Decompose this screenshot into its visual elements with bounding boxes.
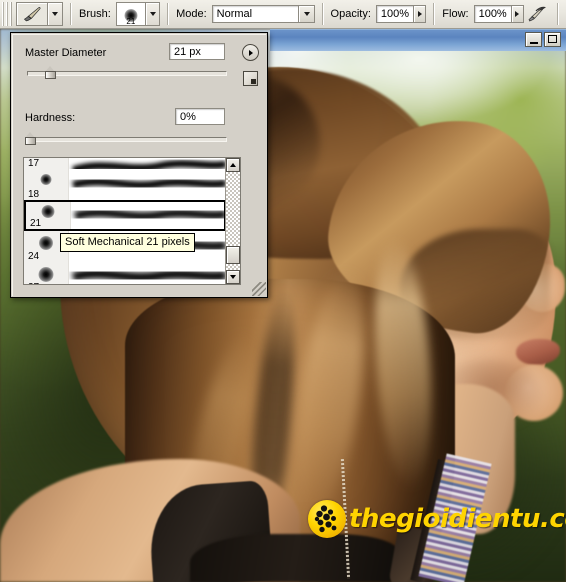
document-window-titlebar[interactable] xyxy=(270,29,566,51)
flow-input[interactable]: 100% xyxy=(473,5,511,23)
tool-preset-picker[interactable] xyxy=(16,2,63,26)
brush-list-scrollbar[interactable] xyxy=(225,158,240,284)
scroll-up-icon xyxy=(230,163,236,167)
brush-thumb: 17 xyxy=(24,158,69,169)
brush-preview-size: 21 xyxy=(126,17,136,26)
chevron-right-icon xyxy=(417,11,422,17)
scroll-up-button[interactable] xyxy=(226,158,240,172)
tool-preset-dropdown-button[interactable] xyxy=(47,2,63,26)
brush-list-item[interactable]: 18 xyxy=(24,169,226,200)
brush-stroke-svg xyxy=(71,269,226,282)
slider-thumb-body xyxy=(45,71,56,79)
options-separator-3 xyxy=(321,3,324,25)
maximize-button[interactable] xyxy=(544,32,561,47)
panel-menu-arrow-icon xyxy=(248,49,253,56)
brush-preview[interactable]: 21 xyxy=(115,2,145,26)
master-diameter-slider-track[interactable] xyxy=(27,71,227,76)
brush-thumb: 18 xyxy=(24,169,69,200)
brush-stroke-svg xyxy=(73,208,224,221)
paintbrush-icon xyxy=(23,7,41,22)
brush-preset-list-frame: 17 18 21 24 xyxy=(23,157,241,285)
airbrush-toggle-button[interactable] xyxy=(524,3,550,25)
brush-label: Brush: xyxy=(79,8,111,20)
brush-thumb-dot xyxy=(38,267,54,282)
brush-stroke-svg xyxy=(71,178,226,189)
watermark-text: thegioidientu.com xyxy=(349,504,566,534)
opacity-label: Opacity: xyxy=(330,8,371,20)
brush-list-item[interactable]: 27 xyxy=(24,262,226,284)
master-diameter-slider-thumb[interactable] xyxy=(45,66,56,79)
brush-panel-menu-button[interactable] xyxy=(242,44,259,61)
running-figure-logo-icon xyxy=(308,500,346,538)
brush-stroke-preview xyxy=(71,202,224,229)
chevron-down-icon xyxy=(303,12,310,16)
chevron-down-icon xyxy=(149,12,156,16)
brush-size-label: 24 xyxy=(28,251,40,262)
options-separator-4 xyxy=(433,3,436,25)
master-diameter-label: Master Diameter xyxy=(25,47,107,59)
subject-lips xyxy=(516,339,560,365)
new-brush-preset-button[interactable] xyxy=(243,71,258,86)
brush-tooltip: Soft Mechanical 21 pixels xyxy=(60,233,195,252)
maximize-icon xyxy=(548,35,557,43)
opacity-input[interactable]: 100% xyxy=(375,5,414,23)
flow-label: Flow: xyxy=(442,8,469,20)
brush-thumb-dot xyxy=(39,236,53,250)
brush-size-label: 17 xyxy=(28,158,40,169)
watermark: thegioidientu.com xyxy=(308,500,566,538)
blend-mode-field[interactable]: Normal xyxy=(211,5,299,23)
scrollbar-thumb[interactable] xyxy=(226,246,240,264)
opacity-slider-button[interactable] xyxy=(413,5,427,23)
brush-size-label: 27 xyxy=(28,282,39,284)
slider-thumb-body xyxy=(25,137,36,145)
options-separator-2 xyxy=(167,3,170,25)
hardness-slider-thumb[interactable] xyxy=(25,132,36,145)
brush-preset-list[interactable]: 17 18 21 24 xyxy=(24,158,226,284)
options-bar: Brush: 21 Mode: Normal Opacity: 100% Flo… xyxy=(0,0,566,29)
brush-thumb-dot xyxy=(40,174,52,185)
subject-top-body xyxy=(190,534,400,582)
scroll-down-button[interactable] xyxy=(226,270,240,284)
brush-stroke-preview xyxy=(69,158,226,169)
running-figure-glyph xyxy=(314,505,337,533)
blend-mode-dropdown-button[interactable] xyxy=(298,5,315,23)
options-separator-1 xyxy=(70,3,72,25)
photoshop-screenshot: Brush: 21 Mode: Normal Opacity: 100% Flo… xyxy=(0,0,566,582)
brush-thumb: 27 xyxy=(24,262,69,284)
brush-stroke-preview xyxy=(69,169,226,200)
chevron-down-icon xyxy=(52,12,58,16)
options-separator-5 xyxy=(556,3,559,25)
scroll-down-icon xyxy=(230,275,236,279)
hardness-input[interactable]: 0% xyxy=(175,108,225,125)
brush-size-label: 18 xyxy=(28,189,40,200)
panel-resize-grip[interactable] xyxy=(252,282,266,296)
hardness-label: Hardness: xyxy=(25,112,76,124)
brush-picker-dropdown-button[interactable] xyxy=(144,2,161,26)
mode-label: Mode: xyxy=(176,8,207,20)
minimize-button[interactable] xyxy=(525,32,542,47)
flow-slider-button[interactable] xyxy=(510,5,524,23)
chevron-right-icon xyxy=(515,11,520,17)
brush-thumb: 21 xyxy=(26,202,71,229)
master-diameter-input[interactable]: 21 px xyxy=(169,43,225,60)
brush-stroke-preview xyxy=(69,262,226,284)
brush-thumb-dot xyxy=(41,205,55,218)
window-controls xyxy=(525,32,561,47)
brush-size-label: 21 xyxy=(30,218,42,229)
brush-preset-picker-panel: Master Diameter 21 px Hardness: 0% 17 18… xyxy=(10,32,268,298)
paintbrush-tool-icon-box[interactable] xyxy=(16,2,47,26)
options-bar-drag-grip[interactable] xyxy=(2,2,12,26)
hardness-slider-track[interactable] xyxy=(27,137,227,142)
brush-stroke-svg xyxy=(71,160,226,169)
airbrush-icon xyxy=(528,6,546,22)
minimize-icon xyxy=(529,42,538,44)
brush-list-item-selected[interactable]: 21 xyxy=(24,200,226,231)
brush-list-item[interactable]: 17 xyxy=(24,158,226,169)
